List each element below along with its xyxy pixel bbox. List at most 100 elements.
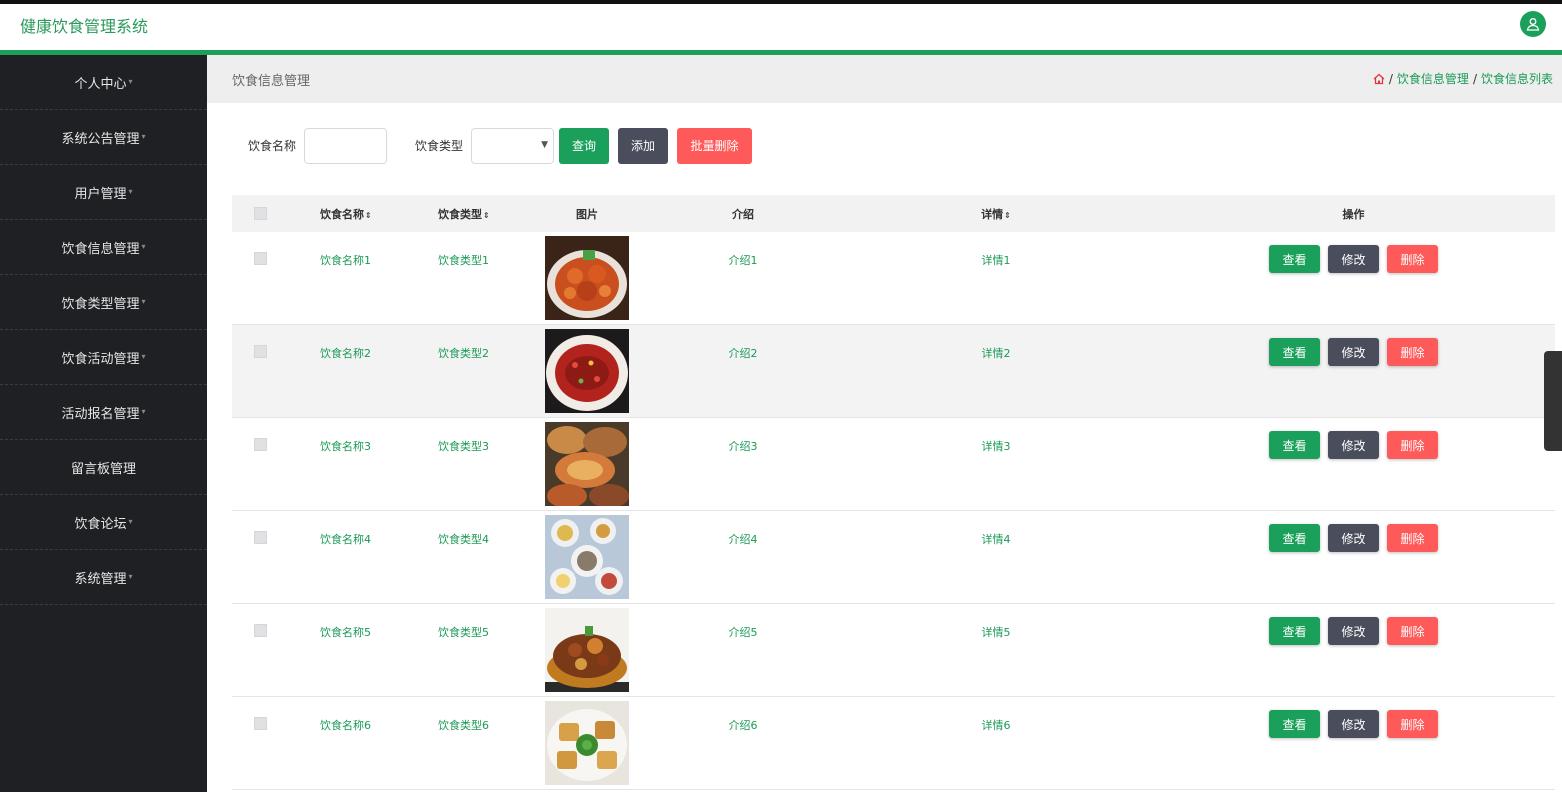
view-button[interactable]: 查看 <box>1269 245 1320 273</box>
table-row: 饮食名称5 饮食类型5 介绍5 详情5 查看 修改 删除 <box>232 604 1555 697</box>
view-button[interactable]: 查看 <box>1269 338 1320 366</box>
food-image <box>545 236 629 320</box>
row-type[interactable]: 饮食类型6 <box>406 697 528 733</box>
view-button[interactable]: 查看 <box>1269 617 1320 645</box>
sidebar-item-message-board[interactable]: 留言板管理 <box>0 440 207 495</box>
view-button[interactable]: 查看 <box>1269 710 1320 738</box>
row-intro[interactable]: 介绍2 <box>646 325 840 361</box>
row-type[interactable]: 饮食类型3 <box>406 418 528 454</box>
sidebar-item-users[interactable]: 用户管理 ▾ <box>0 165 207 220</box>
row-detail[interactable]: 详情1 <box>840 232 1152 268</box>
column-header-detail[interactable]: 详情⇕ <box>840 206 1152 222</box>
view-button[interactable]: 查看 <box>1269 431 1320 459</box>
sidebar-item-announcements[interactable]: 系统公告管理 ▾ <box>0 110 207 165</box>
sidebar-item-system[interactable]: 系统管理 ▾ <box>0 550 207 605</box>
chevron-down-icon: ▾ <box>141 351 146 361</box>
query-button[interactable]: 查询 <box>559 127 610 164</box>
column-header-intro: 介绍 <box>732 207 754 221</box>
batch-delete-button[interactable]: 批量删除 <box>677 127 753 164</box>
row-name[interactable]: 饮食名称3 <box>288 418 406 454</box>
row-checkbox[interactable] <box>253 438 267 451</box>
food-image <box>545 515 629 599</box>
home-icon[interactable] <box>1373 73 1385 85</box>
table-row: 饮食名称1 饮食类型1 介绍1 详情1 查看 修改 删除 <box>232 232 1555 325</box>
row-type[interactable]: 饮食类型5 <box>406 604 528 640</box>
row-detail[interactable]: 详情4 <box>840 511 1152 547</box>
avatar[interactable] <box>1520 11 1546 37</box>
column-header-name[interactable]: 饮食名称⇕ <box>288 206 406 222</box>
row-intro[interactable]: 介绍4 <box>646 511 840 547</box>
sidebar-item-label: 活动报名管理 <box>61 406 140 422</box>
sidebar-item-registrations[interactable]: 活动报名管理 ▾ <box>0 385 207 440</box>
delete-button[interactable]: 删除 <box>1387 338 1438 366</box>
breadcrumb-item-diet-info[interactable]: 饮食信息管理 <box>1397 70 1469 87</box>
row-detail[interactable]: 详情5 <box>840 604 1152 640</box>
chevron-down-icon: ▾ <box>128 571 133 581</box>
sidebar-item-label: 用户管理 <box>74 186 127 202</box>
row-intro[interactable]: 介绍3 <box>646 418 840 454</box>
view-button[interactable]: 查看 <box>1269 524 1320 552</box>
sidebar-item-label: 饮食活动管理 <box>61 351 140 367</box>
row-checkbox[interactable] <box>253 531 267 544</box>
scrollbar-handle[interactable] <box>1544 351 1562 451</box>
row-name[interactable]: 饮食名称1 <box>288 232 406 268</box>
row-type[interactable]: 饮食类型4 <box>406 511 528 547</box>
sort-icon: ⇕ <box>365 210 372 220</box>
user-icon <box>1526 18 1540 31</box>
add-button[interactable]: 添加 <box>618 127 669 164</box>
row-detail[interactable]: 详情2 <box>840 325 1152 361</box>
edit-button[interactable]: 修改 <box>1328 524 1379 552</box>
row-intro[interactable]: 介绍5 <box>646 604 840 640</box>
sidebar-item-label: 饮食论坛 <box>74 516 127 532</box>
sidebar-item-personal-center[interactable]: 个人中心 ▾ <box>0 55 207 110</box>
row-checkbox[interactable] <box>253 717 267 730</box>
sidebar-item-forum[interactable]: 饮食论坛 ▾ <box>0 495 207 550</box>
sidebar-item-diet-types[interactable]: 饮食类型管理 ▾ <box>0 275 207 330</box>
delete-button[interactable]: 删除 <box>1387 524 1438 552</box>
table-row: 饮食名称2 饮食类型2 介绍2 详情2 查看 修改 删除 <box>232 325 1555 418</box>
delete-button[interactable]: 删除 <box>1387 245 1438 273</box>
breadcrumb-item-diet-list: 饮食信息列表 <box>1480 72 1553 86</box>
edit-button[interactable]: 修改 <box>1328 617 1379 645</box>
name-search-input[interactable] <box>304 127 388 164</box>
row-name[interactable]: 饮食名称6 <box>288 697 406 733</box>
edit-button[interactable]: 修改 <box>1328 245 1379 273</box>
edit-button[interactable]: 修改 <box>1328 710 1379 738</box>
sidebar-item-diet-activities[interactable]: 饮食活动管理 ▾ <box>0 330 207 385</box>
chevron-down-icon: ▾ <box>128 186 133 196</box>
row-name[interactable]: 饮食名称5 <box>288 604 406 640</box>
delete-button[interactable]: 删除 <box>1387 431 1438 459</box>
sidebar-item-label: 系统公告管理 <box>61 131 140 147</box>
row-checkbox[interactable] <box>253 252 267 265</box>
select-all-checkbox[interactable] <box>253 207 267 220</box>
table-row: 饮食名称4 饮食类型4 介绍4 详情4 查看 修改 删除 <box>232 511 1555 604</box>
type-select[interactable]: ▼ <box>471 127 555 164</box>
row-type[interactable]: 饮食类型1 <box>406 232 528 268</box>
search-form: 饮食名称 饮食类型 ▼ 查询 添加 批量删除 <box>248 127 761 164</box>
sort-icon: ⇕ <box>483 210 490 220</box>
sidebar-item-diet-info[interactable]: 饮食信息管理 ▾ <box>0 220 207 275</box>
row-detail[interactable]: 详情6 <box>840 697 1152 733</box>
column-header-type[interactable]: 饮食类型⇕ <box>406 206 528 222</box>
chevron-down-icon: ▾ <box>141 241 146 251</box>
edit-button[interactable]: 修改 <box>1328 431 1379 459</box>
row-name[interactable]: 饮食名称2 <box>288 325 406 361</box>
header: 健康饮食管理系统 <box>0 4 1562 50</box>
row-intro[interactable]: 介绍1 <box>646 232 840 268</box>
sidebar-item-label: 饮食信息管理 <box>61 241 140 257</box>
chevron-down-icon: ▼ <box>541 139 549 150</box>
row-checkbox[interactable] <box>253 345 267 358</box>
delete-button[interactable]: 删除 <box>1387 617 1438 645</box>
row-detail[interactable]: 详情3 <box>840 418 1152 454</box>
food-image <box>545 329 629 413</box>
main-content: 饮食信息管理 / 饮食信息管理 / 饮食信息列表 饮食名称 饮食类型 ▼ 查询 … <box>207 55 1562 792</box>
row-checkbox[interactable] <box>253 624 267 637</box>
delete-button[interactable]: 删除 <box>1387 710 1438 738</box>
row-name[interactable]: 饮食名称4 <box>288 511 406 547</box>
edit-button[interactable]: 修改 <box>1328 338 1379 366</box>
app-title: 健康饮食管理系统 <box>20 17 149 36</box>
sort-icon: ⇕ <box>1004 210 1011 220</box>
row-type[interactable]: 饮食类型2 <box>406 325 528 361</box>
row-intro[interactable]: 介绍6 <box>646 697 840 733</box>
type-filter-label: 饮食类型 <box>415 139 464 153</box>
